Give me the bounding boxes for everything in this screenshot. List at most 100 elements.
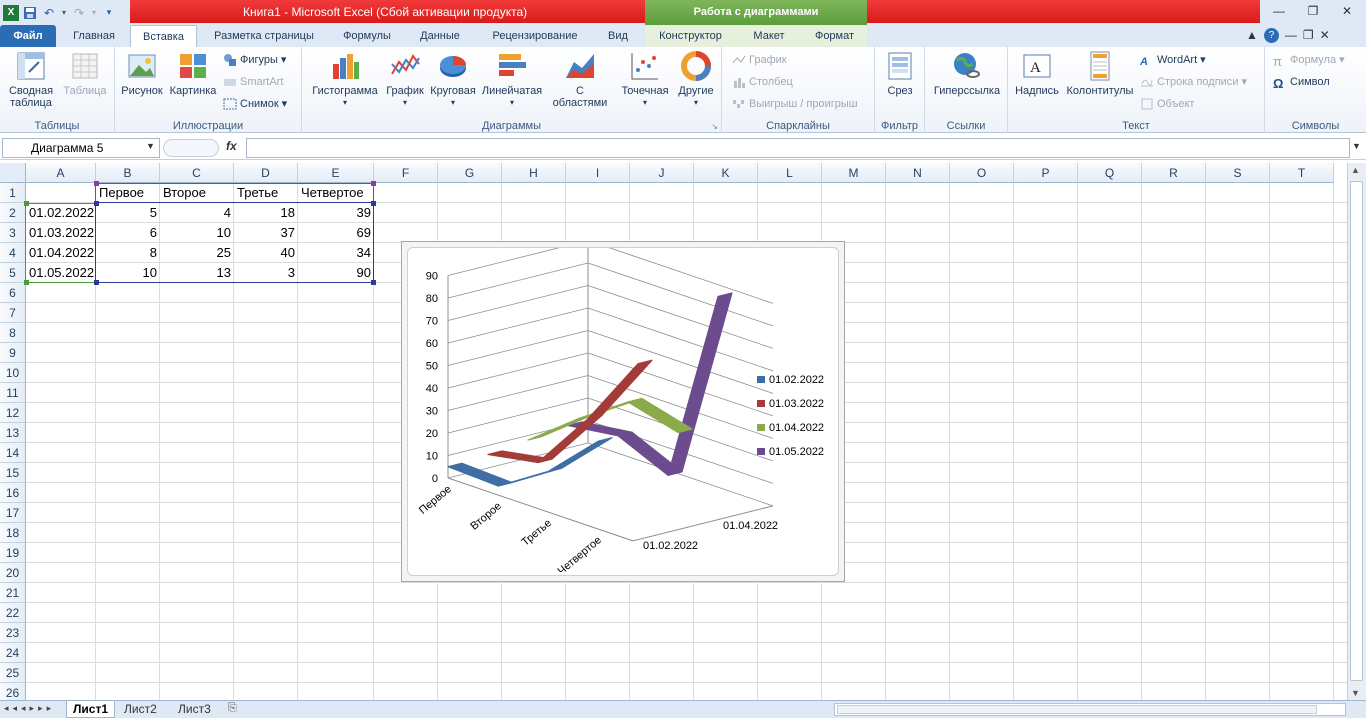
row-header[interactable]: 19 <box>0 543 26 563</box>
smartart-button[interactable]: SmartArt <box>223 73 283 91</box>
tab-review[interactable]: Рецензирование <box>480 25 590 47</box>
column-header[interactable]: C <box>160 163 234 183</box>
row-header[interactable]: 10 <box>0 363 26 383</box>
column-header[interactable]: O <box>950 163 1014 183</box>
range-handle[interactable] <box>24 201 29 206</box>
formula-input[interactable] <box>246 138 1350 158</box>
undo-icon[interactable]: ↶ <box>41 5 57 21</box>
row-header[interactable]: 21 <box>0 583 26 603</box>
row-header[interactable]: 17 <box>0 503 26 523</box>
scatter-chart-button[interactable]: Точечная ▾ <box>616 50 674 109</box>
row-header[interactable]: 5 <box>0 263 26 283</box>
tab-layout[interactable]: Макет <box>736 25 802 47</box>
column-header[interactable]: P <box>1014 163 1078 183</box>
chart-area[interactable]: 0 10 20 30 40 50 60 70 80 90 Первое Второе Третье Чет… <box>407 240 839 577</box>
insert-sheet-icon[interactable]: ⎘ <box>228 702 237 715</box>
select-all-button[interactable] <box>0 163 26 183</box>
workbook-minimize-icon[interactable]: — <box>1285 28 1297 43</box>
row-header[interactable]: 22 <box>0 603 26 623</box>
excel-app-icon[interactable]: X <box>3 4 19 21</box>
close-icon[interactable]: ✕ <box>1330 0 1364 22</box>
range-handle[interactable] <box>94 201 99 206</box>
row-header[interactable]: 7 <box>0 303 26 323</box>
other-charts-button[interactable]: Другие ▾ <box>674 50 718 109</box>
row-header[interactable]: 8 <box>0 323 26 343</box>
restore-icon[interactable]: ❐ <box>1296 0 1330 22</box>
range-handle[interactable] <box>371 181 376 186</box>
row-header[interactable]: 24 <box>0 643 26 663</box>
row-header[interactable]: 6 <box>0 283 26 303</box>
workbook-close-icon[interactable]: ✕ <box>1320 28 1330 43</box>
sheet-tab-3[interactable]: Лист3 <box>172 701 217 718</box>
tab-home[interactable]: Главная <box>62 25 126 47</box>
workbook-restore-icon[interactable]: ❐ <box>1303 28 1314 43</box>
name-box-dropdown-icon[interactable]: ▼ <box>146 141 155 151</box>
scroll-up-icon[interactable]: ▲ <box>1351 165 1360 175</box>
column-header[interactable]: M <box>822 163 886 183</box>
tab-data[interactable]: Данные <box>408 25 472 47</box>
column-header[interactable]: G <box>438 163 502 183</box>
sparkline-line-button[interactable]: График <box>732 51 787 69</box>
range-handle[interactable] <box>371 280 376 285</box>
sparkline-winloss-button[interactable]: Выигрыш / проигрыш <box>732 95 858 113</box>
tab-view[interactable]: Вид <box>598 25 638 47</box>
bar-chart-button[interactable]: Линейчатая ▾ <box>478 50 546 109</box>
range-handle[interactable] <box>371 201 376 206</box>
collapse-ribbon-icon[interactable]: ▲ <box>1246 28 1258 43</box>
textbox-button[interactable]: A Надпись <box>1013 50 1061 97</box>
range-handle[interactable] <box>24 280 29 285</box>
column-header[interactable]: H <box>502 163 566 183</box>
header-footer-button[interactable]: Колонтитулы <box>1064 50 1136 97</box>
tab-insert[interactable]: Вставка <box>130 25 197 47</box>
row-header[interactable]: 23 <box>0 623 26 643</box>
row-header[interactable]: 2 <box>0 203 26 223</box>
row-header[interactable]: 18 <box>0 523 26 543</box>
column-header[interactable]: J <box>630 163 694 183</box>
slicer-button[interactable]: Срез <box>879 50 921 97</box>
screenshot-button[interactable]: Снимок ▾ <box>223 95 287 113</box>
range-handle[interactable] <box>94 181 99 186</box>
pie-chart-button[interactable]: Круговая ▾ <box>428 50 478 109</box>
row-header[interactable]: 20 <box>0 563 26 583</box>
sheet-tab-1[interactable]: Лист1 <box>66 701 116 718</box>
tab-design[interactable]: Конструктор <box>645 25 736 47</box>
hyperlink-button[interactable]: Гиперссылка <box>929 50 1005 97</box>
tab-format[interactable]: Формат <box>802 25 867 47</box>
undo-dropdown-icon[interactable]: ▾ <box>60 5 68 21</box>
column-header[interactable]: B <box>96 163 160 183</box>
column-header[interactable]: N <box>886 163 950 183</box>
formula-bar-resize-handle[interactable] <box>163 139 219 157</box>
row-header[interactable]: 1 <box>0 183 26 203</box>
row-header[interactable]: 16 <box>0 483 26 503</box>
minimize-icon[interactable]: — <box>1262 0 1296 22</box>
vertical-scrollbar[interactable]: ▲ ▼ <box>1347 163 1366 700</box>
shapes-button[interactable]: Фигуры ▾ <box>223 51 286 69</box>
horizontal-scrollbar[interactable] <box>834 703 1346 716</box>
row-header[interactable]: 14 <box>0 443 26 463</box>
line-chart-button[interactable]: График ▾ <box>382 50 428 109</box>
row-header[interactable]: 9 <box>0 343 26 363</box>
object-button[interactable]: Объект <box>1140 95 1194 113</box>
redo-icon[interactable]: ↷ <box>71 5 87 21</box>
column-header[interactable]: F <box>374 163 438 183</box>
customize-qat-icon[interactable]: ▾ <box>101 5 117 21</box>
name-box[interactable]: Диаграмма 5 <box>2 138 160 158</box>
tab-file[interactable]: Файл <box>0 25 56 47</box>
vertical-scroll-thumb[interactable] <box>1350 181 1363 681</box>
column-header[interactable]: Q <box>1078 163 1142 183</box>
column-header[interactable]: S <box>1206 163 1270 183</box>
row-header[interactable]: 4 <box>0 243 26 263</box>
clipart-button[interactable]: Картинка <box>167 50 219 97</box>
row-header[interactable]: 11 <box>0 383 26 403</box>
sheet-tab-2[interactable]: Лист2 <box>118 701 163 718</box>
pivot-table-button[interactable]: Сводная таблица <box>3 50 59 109</box>
chart-object[interactable]: 0 10 20 30 40 50 60 70 80 90 Первое Второе Третье Чет… <box>401 240 845 582</box>
column-header[interactable]: A <box>26 163 96 183</box>
save-icon[interactable] <box>22 5 38 21</box>
column-header[interactable]: D <box>234 163 298 183</box>
picture-button[interactable]: Рисунок <box>119 50 165 97</box>
horizontal-scroll-thumb[interactable] <box>837 705 1317 714</box>
row-header[interactable]: 15 <box>0 463 26 483</box>
row-header[interactable]: 13 <box>0 423 26 443</box>
row-header[interactable]: 12 <box>0 403 26 423</box>
